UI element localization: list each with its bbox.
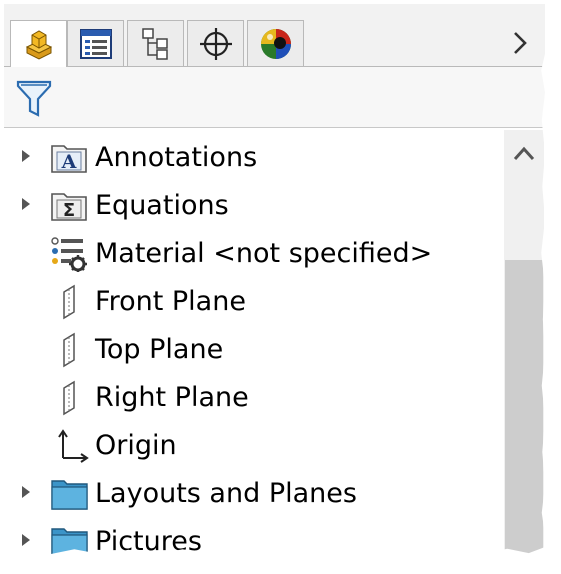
svg-text:Σ: Σ — [63, 200, 75, 221]
equations-folder-icon: Σ — [51, 193, 87, 221]
expand-arrow-icon[interactable] — [22, 486, 30, 498]
tree-item-layouts-and-planes[interactable]: Layouts and Planes — [4, 470, 504, 518]
manager-tabbar — [4, 4, 545, 67]
expand-arrow-icon[interactable] — [22, 198, 30, 210]
origin-icon — [58, 429, 89, 463]
tree-item-label: Annotations — [95, 142, 258, 173]
property-list-icon — [79, 28, 112, 59]
folder-icon — [51, 528, 88, 555]
part-icon — [25, 30, 52, 60]
plane-icon — [63, 332, 75, 368]
configurationmanager-tab[interactable] — [127, 20, 184, 66]
tree-item-origin[interactable]: Origin — [4, 422, 504, 470]
configuration-icon — [141, 27, 168, 60]
plane-icon — [63, 380, 75, 416]
display-manager-tab[interactable] — [247, 20, 304, 66]
tree-item-label: Material <not specified> — [95, 238, 433, 269]
appearance-sphere-icon — [260, 28, 291, 59]
feature-manager-panel: A Annotations Σ Equations Material <not … — [4, 4, 545, 555]
tree-item-top-plane[interactable]: Top Plane — [4, 326, 504, 374]
vertical-scrollbar[interactable] — [504, 130, 544, 555]
tree-item-equations[interactable]: Σ Equations — [4, 182, 504, 230]
svg-text:A: A — [61, 151, 77, 173]
tree-item-label: Equations — [95, 190, 229, 221]
crosshair-icon — [199, 27, 232, 60]
material-icon — [51, 237, 87, 272]
tree-item-label: Layouts and Planes — [95, 478, 357, 509]
scrollbar-thumb[interactable] — [505, 260, 543, 555]
folder-icon — [51, 480, 88, 510]
tree-item-material[interactable]: Material <not specified> — [4, 230, 504, 278]
annotations-folder-icon: A — [51, 145, 87, 173]
tree-item-pictures[interactable]: Pictures — [4, 518, 504, 557]
tree-item-annotations[interactable]: A Annotations — [4, 134, 504, 182]
chevron-right-icon — [514, 32, 527, 54]
more-tabs-button[interactable] — [509, 28, 531, 58]
dimxpert-tab[interactable] — [187, 20, 244, 66]
scroll-up-icon[interactable] — [512, 144, 536, 162]
tree-item-label: Pictures — [95, 526, 202, 557]
tree-item-front-plane[interactable]: Front Plane — [4, 278, 504, 326]
tree-item-label: Origin — [95, 430, 177, 461]
feature-tree: A Annotations Σ Equations Material <not … — [4, 130, 504, 555]
funnel-icon[interactable] — [16, 79, 52, 119]
propertymanager-tab[interactable] — [67, 20, 124, 66]
expand-arrow-icon[interactable] — [22, 150, 30, 162]
tree-item-label: Front Plane — [95, 286, 246, 317]
expand-arrow-icon[interactable] — [22, 534, 30, 546]
tree-item-label: Top Plane — [95, 334, 224, 365]
tree-item-right-plane[interactable]: Right Plane — [4, 374, 504, 422]
filter-bar — [4, 67, 545, 128]
plane-icon — [63, 284, 75, 320]
featuremanager-tab[interactable] — [10, 20, 67, 67]
tree-item-label: Right Plane — [95, 382, 249, 413]
